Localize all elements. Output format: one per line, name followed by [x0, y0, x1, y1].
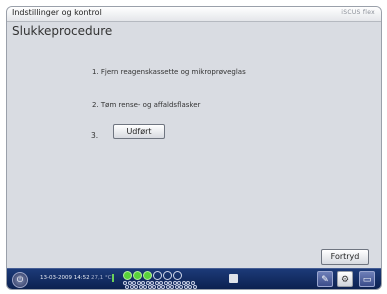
small-status-dot [147, 285, 152, 289]
small-status-dot [161, 285, 165, 289]
status-bar: ⏻ 13-03-2009 14:52 27,1 °C ✎ ⚙ ▭ [7, 268, 381, 289]
status-circle-active [143, 271, 152, 280]
window-title: Indstillinger og kontrol [12, 8, 102, 17]
step-3-number: 3. [91, 131, 99, 140]
small-status-dot [188, 285, 192, 289]
small-status-dot [192, 285, 197, 289]
gear-icon[interactable]: ⚙ [337, 271, 353, 287]
datetime-readout: 13-03-2009 14:52 [40, 275, 90, 281]
small-status-dot [143, 285, 147, 289]
small-status-dot [156, 285, 161, 289]
small-status-dot [129, 285, 134, 289]
step-1-text: 1. Fjern reagenskassette og mikroprøvegl… [92, 68, 246, 76]
small-status-dot [125, 285, 129, 289]
main-window: Indstillinger og kontrol iSCUS flex Sluk… [6, 6, 382, 290]
cancel-button[interactable]: Fortryd [321, 249, 369, 265]
small-status-dot [152, 285, 156, 289]
small-status-dot [174, 285, 179, 289]
small-status-dot [183, 285, 188, 289]
small-status-dot [138, 285, 143, 289]
status-circle-inactive [153, 271, 162, 280]
brand-logo: iSCUS flex [341, 9, 375, 16]
small-status-dot [179, 285, 183, 289]
temperature-readout: 27,1 °C [91, 275, 112, 281]
small-status-dot [170, 285, 174, 289]
step-2-text: 2. Tøm rense- og affaldsflasker [92, 101, 201, 109]
status-circle-active [133, 271, 142, 280]
page-title: Slukkeprocedure [12, 24, 113, 38]
small-status-dot [165, 285, 170, 289]
folder-icon[interactable]: ▭ [359, 271, 375, 287]
small-status-dot [134, 285, 138, 289]
status-circle-active [123, 271, 132, 280]
temperature-indicator [112, 274, 114, 282]
title-bar: Indstillinger og kontrol iSCUS flex [7, 7, 381, 22]
done-button[interactable]: Udført [113, 124, 165, 139]
status-circle-inactive [163, 271, 172, 280]
power-icon[interactable]: ⏻ [12, 272, 28, 288]
status-circle-inactive [173, 271, 182, 280]
small-indicator-row [123, 285, 203, 289]
document-icon[interactable]: ✎ [317, 271, 333, 287]
chip-icon [229, 274, 238, 283]
